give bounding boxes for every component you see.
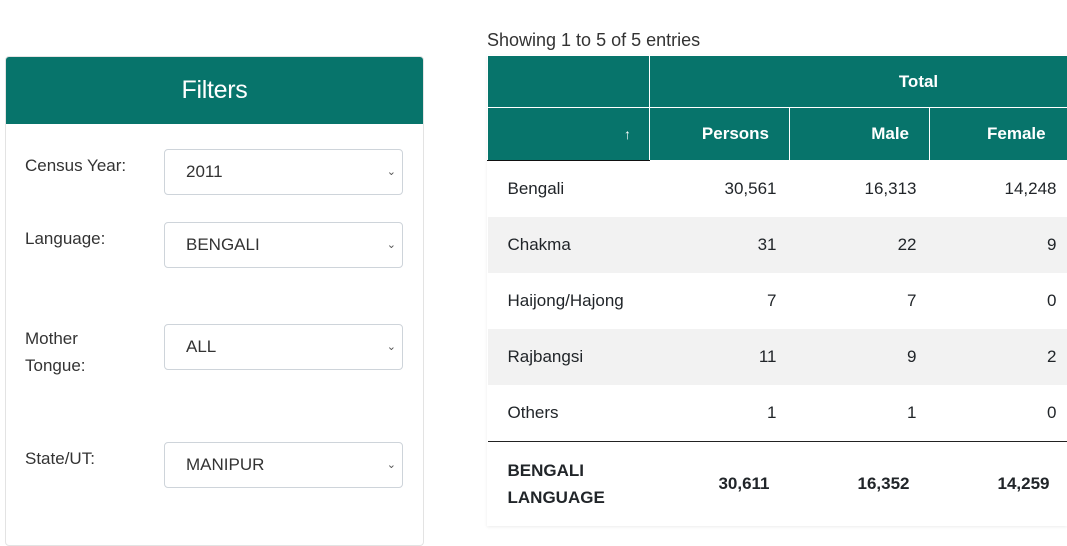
column-header-persons[interactable]: Persons (650, 108, 790, 161)
total-group-header: Total (650, 56, 1067, 108)
table-row: Others 1 1 0 (488, 385, 1067, 442)
entries-info: Showing 1 to 5 of 5 entries (487, 30, 700, 51)
row-male: 1 (790, 385, 930, 442)
sort-ascending-icon: ↑ (624, 126, 631, 142)
state-value: MANIPUR (186, 455, 264, 475)
row-persons: 30,561 (650, 161, 790, 218)
row-name: Bengali (488, 161, 650, 218)
row-persons: 11 (650, 329, 790, 385)
sort-column-header[interactable]: ↑ (488, 108, 650, 161)
header-row-columns: ↑ Persons Male Female (488, 108, 1067, 161)
mother-tongue-label-line1: Mother (25, 329, 78, 348)
footer-name-line1: BENGALI (508, 461, 585, 480)
state-label: State/UT: (25, 445, 95, 472)
mother-tongue-value: ALL (186, 337, 216, 357)
row-name: Chakma (488, 217, 650, 273)
row-female: 0 (930, 273, 1067, 329)
footer-male: 16,352 (790, 442, 930, 527)
table-row: Rajbangsi 11 9 2 (488, 329, 1067, 385)
row-name: Haijong/Hajong (488, 273, 650, 329)
footer-female: 14,259 (930, 442, 1067, 527)
census-year-select[interactable]: 2011 ⌄ (164, 149, 403, 195)
chevron-down-icon: ⌄ (387, 340, 396, 353)
row-female: 14,248 (930, 161, 1067, 218)
table-row: Haijong/Hajong 7 7 0 (488, 273, 1067, 329)
data-table: Total ↑ Persons Male Female Bengali 30,5… (487, 55, 1067, 526)
filters-title: Filters (6, 57, 423, 124)
header-row-group: Total (488, 56, 1067, 108)
row-female: 0 (930, 385, 1067, 442)
data-table-container: Total ↑ Persons Male Female Bengali 30,5… (487, 55, 1067, 526)
filters-panel: Filters Census Year: 2011 ⌄ Language: BE… (5, 56, 424, 546)
footer-name-line2: LANGUAGE (508, 488, 605, 507)
table-footer-row: BENGALI LANGUAGE 30,611 16,352 14,259 (488, 442, 1067, 527)
header-blank (488, 56, 650, 108)
chevron-down-icon: ⌄ (387, 238, 396, 251)
row-persons: 31 (650, 217, 790, 273)
language-label: Language: (25, 225, 105, 252)
chevron-down-icon: ⌄ (387, 458, 396, 471)
language-select[interactable]: BENGALI ⌄ (164, 222, 403, 268)
column-header-male[interactable]: Male (790, 108, 930, 161)
footer-persons: 30,611 (650, 442, 790, 527)
row-female: 9 (930, 217, 1067, 273)
mother-tongue-select[interactable]: ALL ⌄ (164, 324, 403, 370)
total-group-label: Total (718, 72, 1067, 92)
table-viewport: Total ↑ Persons Male Female Bengali 30,5… (487, 55, 1067, 526)
row-female: 2 (930, 329, 1067, 385)
census-year-label: Census Year: (25, 152, 126, 179)
column-header-female[interactable]: Female (930, 108, 1067, 161)
row-persons: 1 (650, 385, 790, 442)
mother-tongue-label-line2: Tongue: (25, 356, 86, 375)
chevron-down-icon: ⌄ (387, 165, 396, 178)
row-male: 22 (790, 217, 930, 273)
mother-tongue-label: Mother Tongue: (25, 325, 86, 379)
table-row: Chakma 31 22 9 (488, 217, 1067, 273)
footer-name: BENGALI LANGUAGE (488, 442, 650, 527)
row-male: 7 (790, 273, 930, 329)
census-year-value: 2011 (186, 162, 223, 182)
language-value: BENGALI (186, 235, 260, 255)
row-name: Rajbangsi (488, 329, 650, 385)
row-persons: 7 (650, 273, 790, 329)
table-row: Bengali 30,561 16,313 14,248 (488, 161, 1067, 218)
row-male: 16,313 (790, 161, 930, 218)
row-name: Others (488, 385, 650, 442)
row-male: 9 (790, 329, 930, 385)
state-select[interactable]: MANIPUR ⌄ (164, 442, 403, 488)
